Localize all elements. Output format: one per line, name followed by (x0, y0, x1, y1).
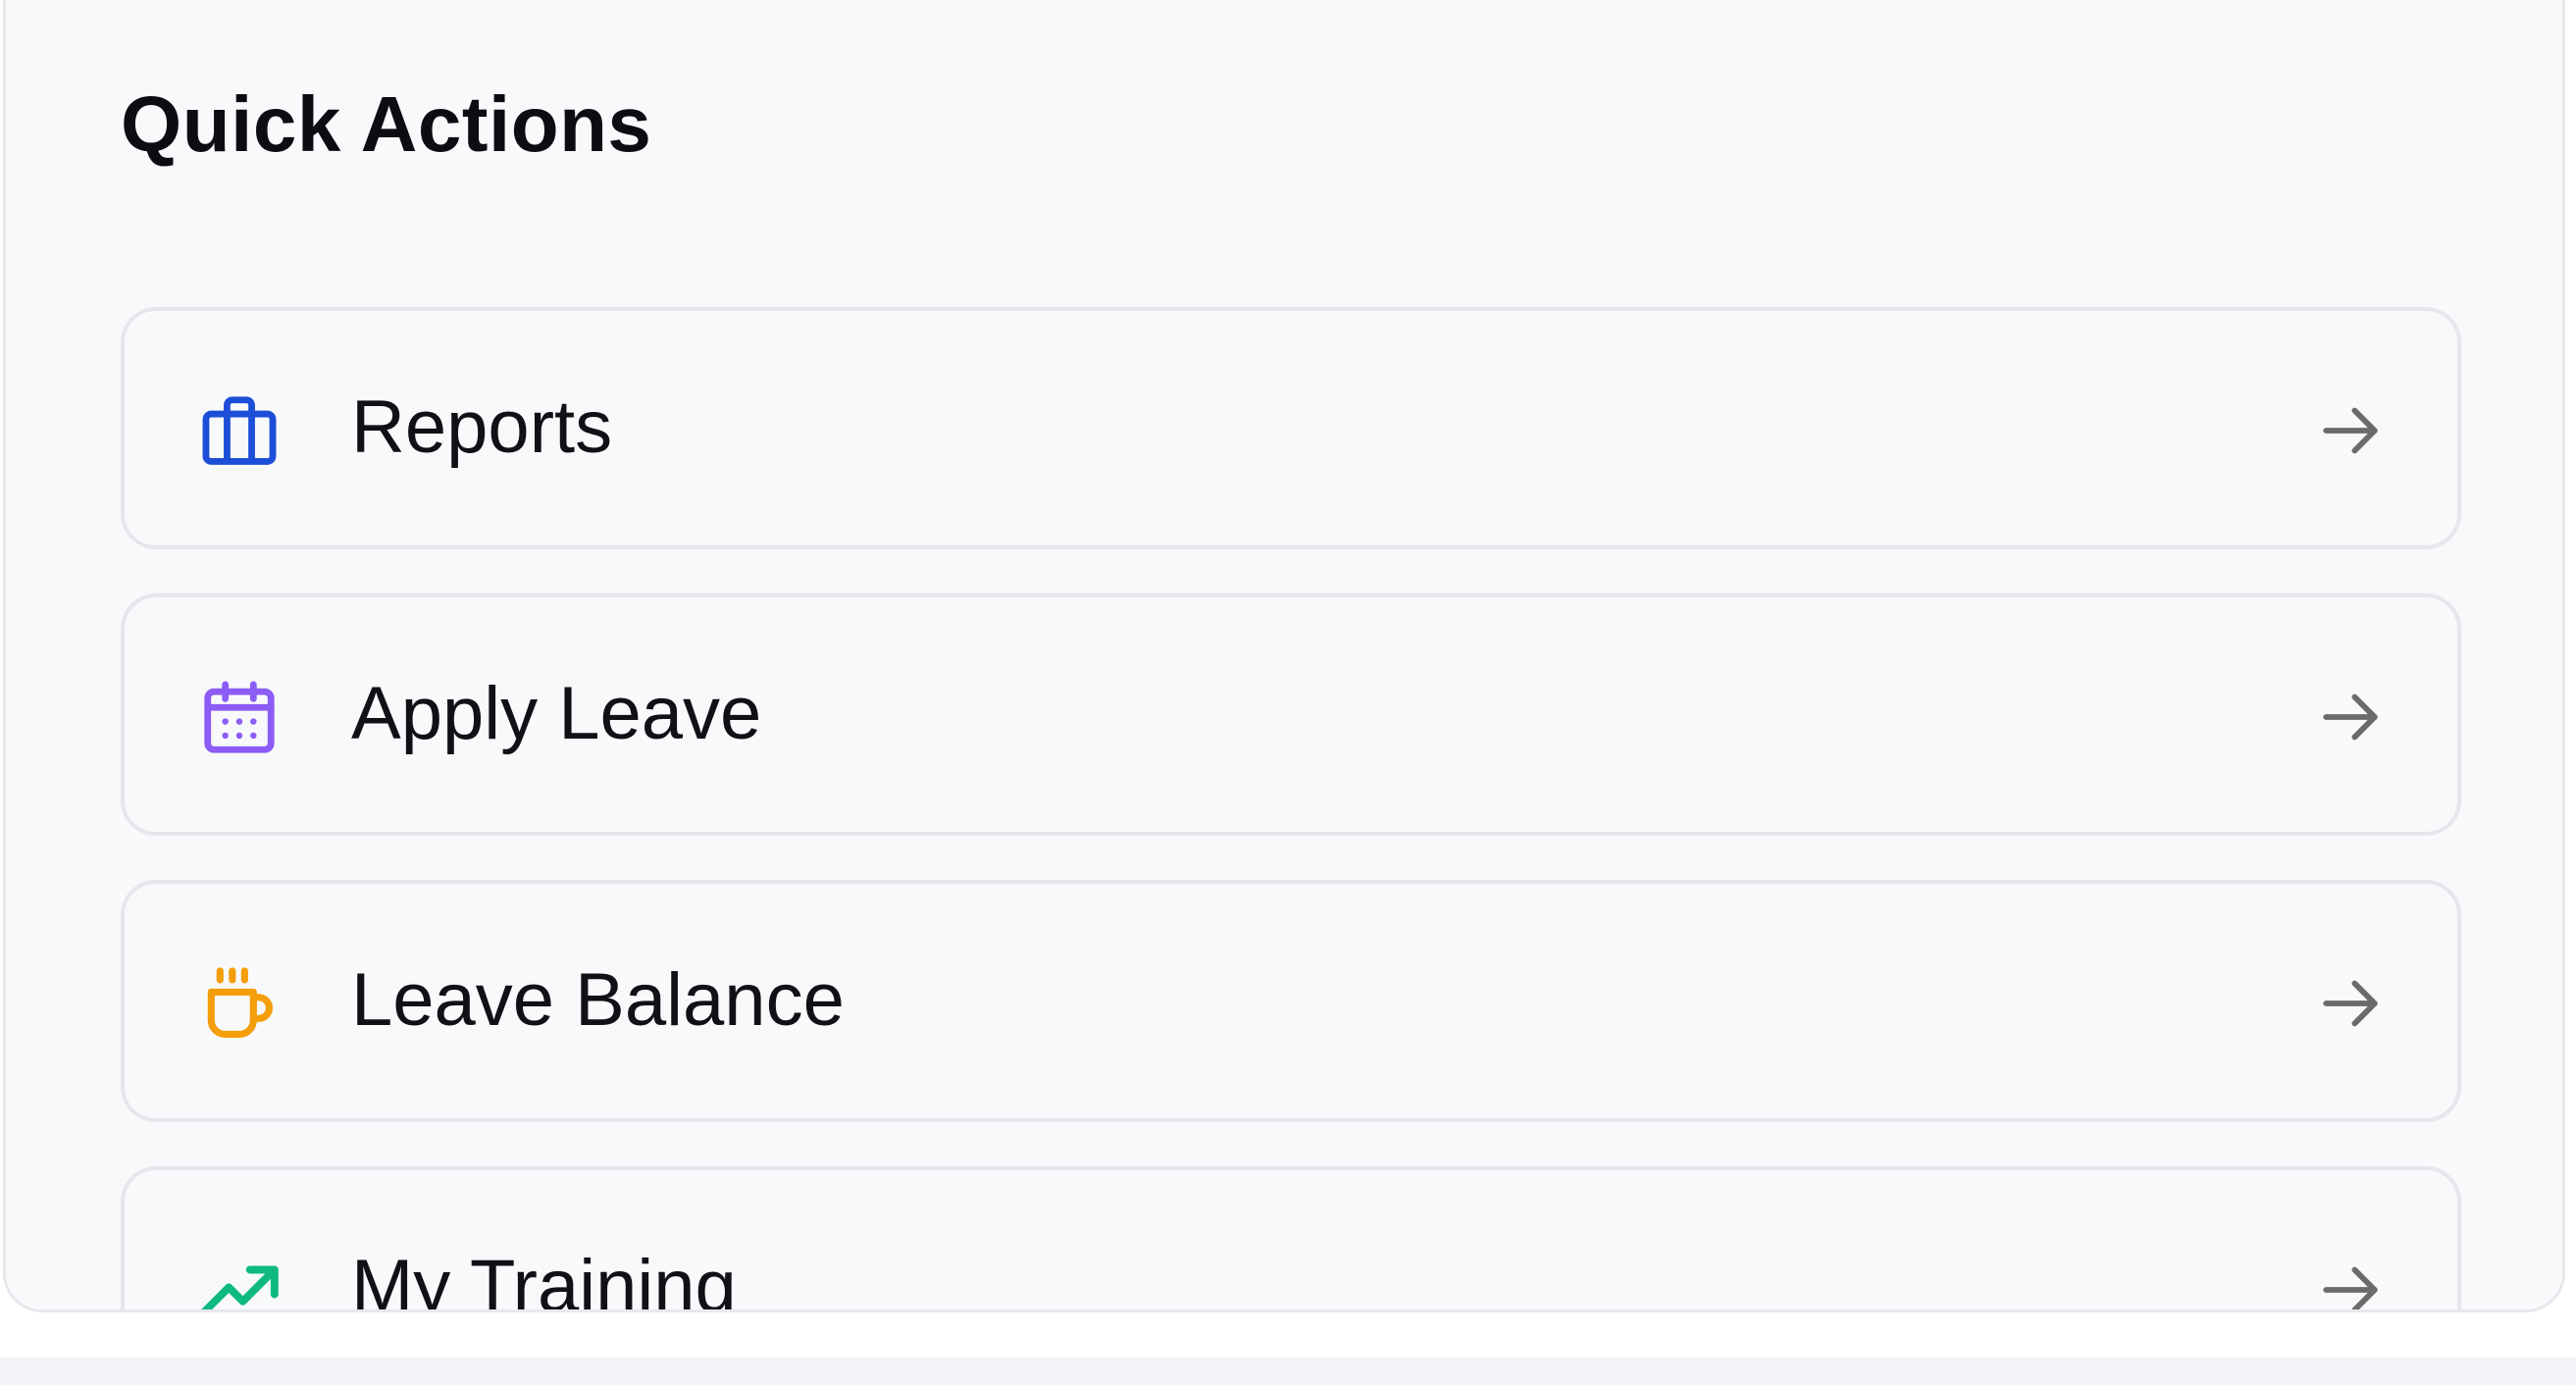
action-label: Reports (351, 385, 613, 469)
arrow-right-icon (2316, 396, 2385, 465)
action-reports[interactable]: Reports (121, 307, 2461, 549)
page: Quick Actions Reports Apply Leave Leave … (0, 0, 2576, 1385)
action-leave-balance[interactable]: Leave Balance (121, 880, 2461, 1122)
quick-actions-card: Quick Actions Reports Apply Leave Leave … (3, 0, 2565, 1312)
action-my-training[interactable]: My Training (121, 1166, 2461, 1312)
card-title: Quick Actions (121, 80, 652, 168)
arrow-right-icon (2316, 969, 2385, 1038)
calendar-icon (197, 676, 282, 760)
action-label: Apply Leave (351, 672, 762, 755)
action-label: Leave Balance (351, 958, 845, 1042)
action-label: My Training (351, 1245, 737, 1312)
bottom-gap (0, 1312, 2576, 1358)
bottom-bar (0, 1358, 2576, 1385)
briefcase-icon (197, 389, 282, 474)
arrow-right-icon (2316, 1256, 2385, 1309)
trending-up-icon (197, 1249, 282, 1309)
arrow-right-icon (2316, 683, 2385, 751)
coffee-icon (197, 962, 282, 1047)
action-apply-leave[interactable]: Apply Leave (121, 593, 2461, 836)
